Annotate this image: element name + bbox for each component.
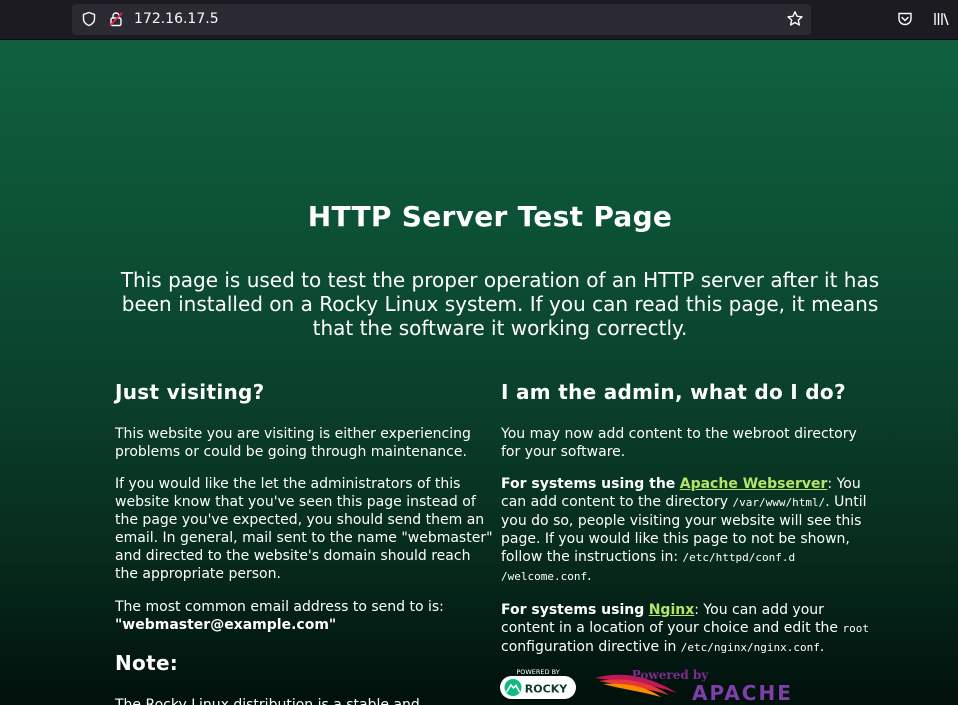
bookmark-star-icon[interactable] [786,10,804,28]
nginx-root-directive: root [842,622,870,635]
visitor-paragraph-3: The most common email address to send to… [115,598,495,634]
admin-heading: I am the admin, what do I do? [501,380,846,404]
pocket-icon[interactable] [897,11,913,27]
apache-logo-caption: Powered by [632,668,710,682]
tracking-protection-shield-icon[interactable] [81,11,97,27]
visitor-paragraph-1: This website you are visiting is either … [115,426,471,460]
nginx-text-3: . [819,639,825,655]
intro-paragraph: This page is used to test the proper ope… [120,268,880,340]
note-paragraph: The Rocky Linux distribution is a stable… [115,697,420,705]
visitor-paragraph-2: If you would like the let the administra… [115,476,493,582]
apache-prefix: For systems using the [501,476,676,492]
library-icon[interactable] [933,11,949,27]
page-title: HTTP Server Test Page [307,200,673,233]
visitor-column: Just visiting? This website you are visi… [115,379,495,705]
rocky-logo-caption: POWERED BY [516,668,559,676]
nginx-text-2: configuration directive in [501,639,677,655]
insecure-lock-icon[interactable] [108,11,124,27]
apache-logo-name: APACHE [692,681,793,703]
nginx-conf-path: /etc/nginx/nginx.conf [680,641,820,654]
nginx-prefix: For systems using [501,602,645,618]
visitor-heading: Just visiting? [115,380,265,404]
admin-paragraph-1: You may now add content to the webroot d… [501,426,857,460]
apache-logo: Powered by APACHE [595,668,793,703]
nginx-paragraph: For systems using Nginx: You can add you… [501,601,877,657]
powered-by-logos: POWERED BY ROCKY Powered by APACHE [500,668,793,703]
note-heading: Note: [115,651,179,675]
apache-webserver-link[interactable]: Apache Webserver [680,476,828,492]
apache-text-3: . [587,568,592,584]
apache-webroot-path: /var/www/html/ [732,496,826,509]
email-intro-text: The most common email address to send to… [115,599,444,615]
address-bar[interactable]: 172.16.17.5 [72,4,811,35]
apache-paragraph: For systems using the Apache Webserver: … [501,475,877,586]
browser-toolbar: 172.16.17.5 [0,0,958,40]
admin-column: I am the admin, what do I do? You may no… [501,379,877,671]
rocky-logo: POWERED BY ROCKY [500,668,576,699]
rocky-logo-name: ROCKY [525,683,568,696]
web-page: HTTP Server Test Page This page is used … [0,40,958,705]
nginx-link[interactable]: Nginx [649,602,695,618]
url-text[interactable]: 172.16.17.5 [134,11,219,27]
webmaster-email: "webmaster@example.com" [115,617,337,633]
